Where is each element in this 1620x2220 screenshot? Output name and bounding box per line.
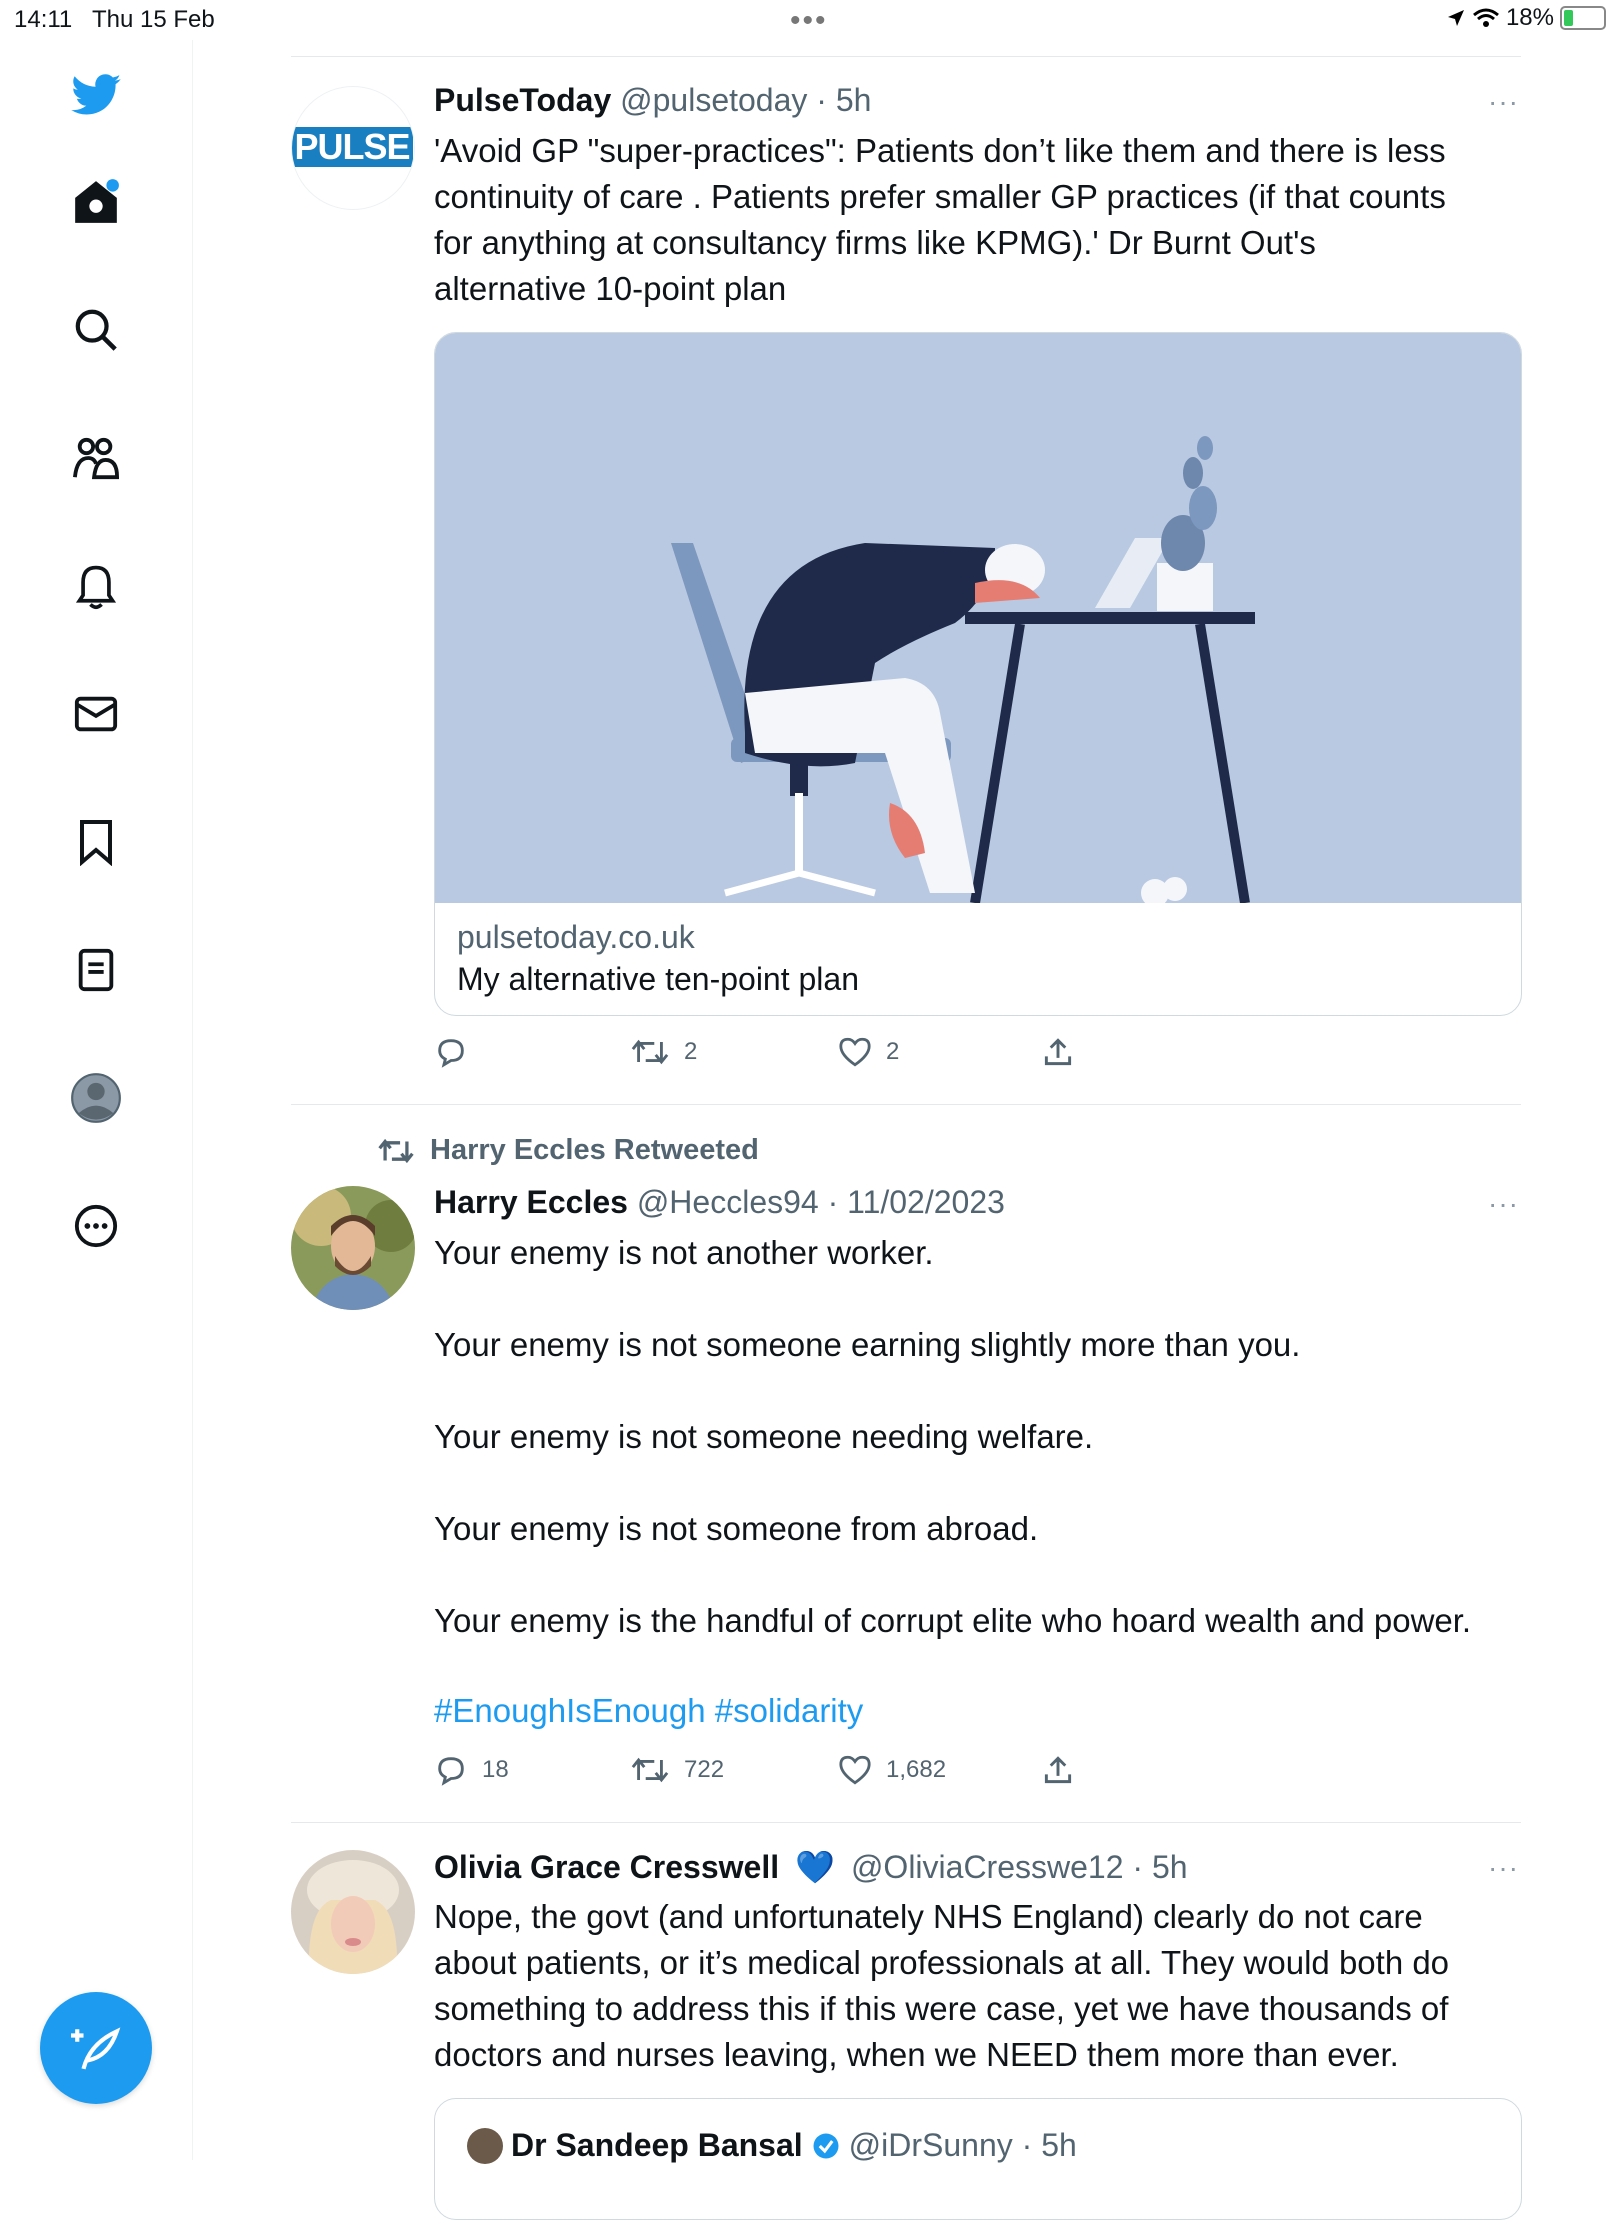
avatar[interactable]: PULSE	[291, 86, 415, 210]
hashtags-link[interactable]: #EnoughIsEnough #solidarity	[434, 1692, 863, 1730]
divider	[291, 1822, 1521, 1823]
more-options-icon[interactable]: ···	[1488, 1188, 1519, 1220]
reply-button[interactable]: 18	[434, 1754, 509, 1786]
reply-count: 18	[482, 1756, 509, 1783]
heart-icon	[839, 1755, 871, 1785]
card-domain: pulsetoday.co.uk	[457, 919, 695, 955]
text-line: Nope, the govt (and unfortunately NHS En…	[434, 1898, 1423, 1935]
share-icon	[1044, 1038, 1072, 1066]
quoted-tweet-header: Dr Sandeep Bansal @iDrSunny · 5h	[467, 2127, 1077, 2164]
divider	[291, 56, 1521, 57]
author-name[interactable]: Olivia Grace Cresswell	[434, 1849, 779, 1886]
retweet-count: 2	[684, 1038, 698, 1065]
text-line: for anything at consultancy firms like K…	[434, 224, 1316, 261]
location-arrow-icon	[1447, 10, 1464, 26]
lists-icon[interactable]	[66, 940, 126, 1000]
quoted-author-handle[interactable]: @iDrSunny · 5h	[849, 2127, 1077, 2164]
battery-icon	[1560, 6, 1606, 30]
tweet-header: PulseToday @pulsetoday · 5h	[434, 82, 871, 119]
text-line: Your enemy is not someone earning slight…	[434, 1326, 1301, 1363]
tweet-text: Nope, the govt (and unfortunately NHS En…	[434, 1894, 1524, 2078]
quoted-author-name[interactable]: Dr Sandeep Bansal	[511, 2127, 803, 2164]
share-button[interactable]	[1042, 1754, 1074, 1786]
avatar[interactable]	[291, 1850, 415, 1974]
compose-tweet-icon	[71, 2027, 121, 2070]
status-time: 14:11	[14, 6, 73, 33]
pulse-logo: PULSE	[292, 127, 413, 167]
messages-envelope-icon[interactable]	[66, 684, 126, 744]
twitter-logo-icon[interactable]	[66, 66, 126, 126]
more-circle-icon[interactable]	[66, 1196, 126, 1256]
more-options-icon[interactable]: ···	[1488, 86, 1519, 118]
text-line: Your enemy is not someone needing welfar…	[434, 1418, 1094, 1455]
reply-icon	[438, 1039, 464, 1068]
like-button[interactable]: 1,682	[838, 1754, 946, 1786]
retweet-button[interactable]: 2	[630, 1036, 697, 1068]
like-button[interactable]: 2	[838, 1036, 899, 1068]
text-line: Your enemy is not someone from abroad.	[434, 1510, 1039, 1547]
status-date: Thu 15 Feb	[92, 6, 215, 33]
link-card[interactable]: pulsetoday.co.uk My alternative ten-poin…	[434, 332, 1522, 1016]
heart-icon	[839, 1037, 871, 1067]
profile-icon[interactable]	[66, 1068, 126, 1128]
more-options-icon[interactable]: ···	[1488, 1852, 1519, 1884]
text-line: doctors and nurses leaving, when we NEED…	[434, 2036, 1399, 2073]
share-icon	[1044, 1756, 1072, 1784]
avatar[interactable]	[291, 1186, 415, 1310]
author-name[interactable]: Harry Eccles	[434, 1184, 628, 1220]
battery-percent: 18%	[1505, 4, 1554, 31]
share-button[interactable]	[1042, 1036, 1074, 1068]
communities-icon[interactable]	[66, 428, 126, 488]
author-name[interactable]: PulseToday	[434, 82, 611, 118]
retweeted-by-text[interactable]: Harry Eccles Retweeted	[430, 1134, 759, 1167]
retweet-icon	[631, 1757, 669, 1783]
status-right: 18%	[1446, 4, 1606, 32]
like-count: 2	[886, 1038, 900, 1065]
notifications-bell-icon[interactable]	[66, 556, 126, 616]
tweet-header: Harry Eccles @Heccles94 · 11/02/2023	[434, 1184, 1005, 1221]
reply-icon	[438, 1757, 464, 1786]
text-line: 'Avoid GP "super-practices": Patients do…	[434, 132, 1446, 169]
text-line: Your enemy is the handful of corrupt eli…	[434, 1602, 1472, 1639]
search-icon[interactable]	[66, 300, 126, 360]
author-handle[interactable]: @OliviaCresswe12 · 5h	[851, 1849, 1188, 1886]
card-image	[435, 333, 1521, 907]
compose-tweet-button[interactable]	[40, 1992, 152, 2104]
verified-badge-icon	[813, 2133, 839, 2158]
retweet-button[interactable]: 722	[630, 1754, 724, 1786]
multitasking-dots-icon[interactable]: •••	[790, 4, 828, 38]
bookmarks-icon[interactable]	[66, 812, 126, 872]
home-icon[interactable]	[66, 172, 126, 232]
retweet-count: 722	[684, 1756, 725, 1783]
retweet-icon	[631, 1039, 669, 1065]
like-count: 1,682	[886, 1756, 947, 1783]
quoted-tweet[interactable]: Dr Sandeep Bansal @iDrSunny · 5h	[434, 2098, 1522, 2220]
status-bar: 14:11 Thu 15 Feb ••• 18%	[0, 0, 1620, 40]
sidebar	[0, 40, 193, 2160]
divider	[291, 1104, 1521, 1105]
tweet-text: 'Avoid GP "super-practices": Patients do…	[434, 128, 1524, 312]
text-line: something to address this if this were c…	[434, 1990, 1449, 2027]
card-title: My alternative ten-point plan	[457, 961, 859, 997]
reply-button[interactable]	[434, 1036, 482, 1068]
text-line: alternative 10-point plan	[434, 270, 787, 307]
tweet-header: Olivia Grace Cresswell 💙 @OliviaCresswe1…	[434, 1848, 1188, 1886]
avatar[interactable]	[467, 2127, 503, 2164]
blue-heart-badge: 💙	[795, 1849, 835, 1885]
retweeted-by-label: Harry Eccles Retweeted	[376, 1134, 759, 1167]
retweet-icon	[378, 1138, 414, 1163]
text-line: continuity of care . Patients prefer sma…	[434, 178, 1446, 215]
author-handle[interactable]: @Heccles94 · 11/02/2023	[637, 1184, 1005, 1220]
text-line: about patients, or it’s medical professi…	[434, 1944, 1450, 1981]
wifi-icon	[1472, 8, 1499, 27]
author-handle[interactable]: @pulsetoday · 5h	[620, 82, 871, 118]
tweet-text: Your enemy is not another worker. Your e…	[434, 1230, 1524, 1644]
text-line: Your enemy is not another worker.	[434, 1234, 934, 1271]
